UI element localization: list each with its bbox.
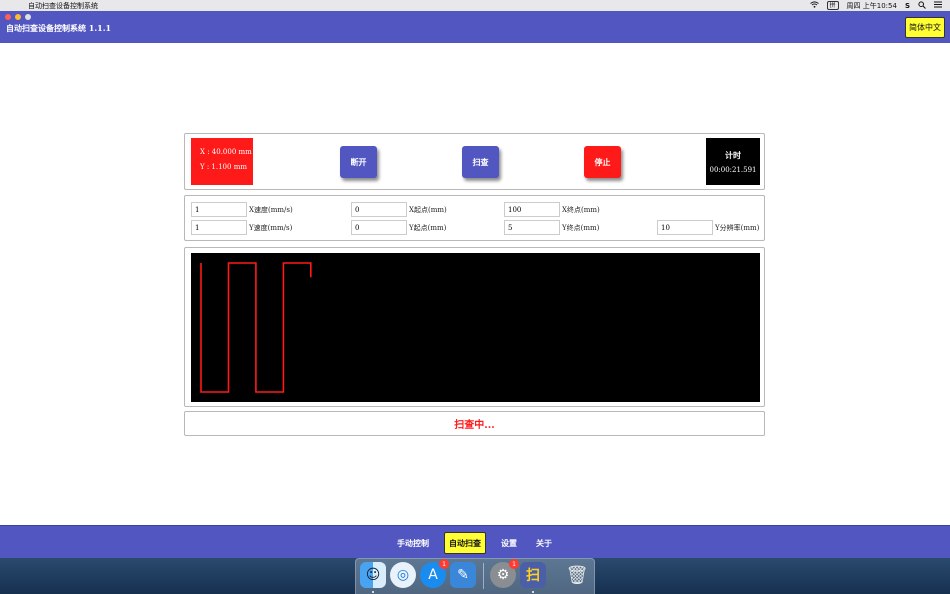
minimize-window-button[interactable] bbox=[15, 14, 21, 20]
control-panel: X : 40.000 mm Y : 1.100 mm 断开 扫查 停止 计时 0… bbox=[184, 133, 765, 190]
x-start-group: X起点(mm) bbox=[351, 202, 447, 217]
bottom-navigation: 手动控制 自动扫查 设置 关于 bbox=[0, 525, 950, 558]
x-position: X : 40.000 mm bbox=[200, 148, 252, 156]
mac-menubar: 自动扫查设备控制系统 拼 周四 上午10:54 S bbox=[0, 0, 950, 11]
scan-button[interactable]: 扫查 bbox=[462, 146, 499, 178]
y-end-input[interactable] bbox=[504, 220, 560, 235]
y-start-group: Y起点(mm) bbox=[351, 220, 446, 235]
scan-path-canvas bbox=[191, 253, 760, 402]
running-indicator bbox=[372, 591, 374, 593]
y-start-input[interactable] bbox=[351, 220, 407, 235]
spotlight-search-icon[interactable] bbox=[918, 0, 926, 11]
y-resolution-label: Y分辨率(mm) bbox=[715, 223, 760, 232]
y-speed-group: Y速度(mm/s) bbox=[191, 220, 292, 235]
language-button[interactable]: 简体中文 bbox=[905, 17, 945, 38]
status-message: 扫查中... bbox=[454, 420, 495, 431]
x-end-group: X终点(mm) bbox=[504, 202, 600, 217]
close-window-button[interactable] bbox=[5, 14, 11, 20]
x-speed-input[interactable] bbox=[191, 202, 247, 217]
y-end-group: Y终点(mm) bbox=[504, 220, 599, 235]
app-title: 自动扫查设备控制系统 1.1.1 bbox=[6, 23, 112, 33]
x-end-label: X终点(mm) bbox=[562, 205, 600, 214]
menubar-app-name[interactable]: 自动扫查设备控制系统 bbox=[28, 1, 98, 11]
x-start-input[interactable] bbox=[351, 202, 407, 217]
y-start-label: Y起点(mm) bbox=[409, 223, 447, 232]
timer-value: 00:00:21.591 bbox=[709, 166, 757, 174]
xcode-icon[interactable]: ✎ bbox=[450, 562, 476, 588]
nav-settings[interactable]: 设置 bbox=[496, 532, 522, 554]
position-display: X : 40.000 mm Y : 1.100 mm bbox=[191, 138, 253, 185]
dock: ☺ ◎ A 1 ✎ ⚙ 1 扫 🗑 bbox=[355, 558, 595, 594]
dock-separator bbox=[483, 563, 484, 589]
nav-manual-control[interactable]: 手动控制 bbox=[394, 532, 432, 554]
y-speed-label: Y速度(mm/s) bbox=[249, 223, 293, 232]
scan-app-icon[interactable]: 扫 bbox=[520, 562, 546, 588]
y-resolution-group: Y分辨率(mm) bbox=[657, 220, 759, 235]
parameters-panel: X速度(mm/s) X起点(mm) X终点(mm) Y速度(mm/s) Y起点(… bbox=[184, 195, 765, 241]
nav-auto-scan[interactable]: 自动扫查 bbox=[444, 532, 486, 554]
scan-path-line bbox=[200, 262, 312, 393]
finder-icon[interactable]: ☺ bbox=[360, 562, 386, 588]
system-preferences-icon[interactable]: ⚙ 1 bbox=[490, 559, 519, 588]
trash-icon[interactable]: 🗑 bbox=[564, 562, 590, 588]
app-store-icon[interactable]: A 1 bbox=[420, 559, 449, 588]
x-speed-label: X速度(mm/s) bbox=[249, 205, 293, 214]
s-app-icon[interactable]: S bbox=[905, 2, 910, 10]
scan-path-svg bbox=[200, 262, 312, 393]
nav-about[interactable]: 关于 bbox=[532, 532, 556, 554]
timer-label: 计时 bbox=[725, 150, 741, 160]
menubar-status-area: 拼 周四 上午10:54 S bbox=[809, 0, 942, 11]
control-center-icon[interactable] bbox=[934, 1, 942, 10]
timer-display: 计时 00:00:21.591 bbox=[706, 138, 760, 185]
stop-button[interactable]: 停止 bbox=[584, 146, 621, 178]
app-store-badge: 1 bbox=[439, 559, 449, 569]
safari-icon[interactable]: ◎ bbox=[390, 562, 416, 588]
y-speed-input[interactable] bbox=[191, 220, 247, 235]
y-end-label: Y终点(mm) bbox=[562, 223, 600, 232]
zoom-window-button[interactable] bbox=[25, 14, 31, 20]
x-speed-group: X速度(mm/s) bbox=[191, 202, 293, 217]
x-start-label: X起点(mm) bbox=[409, 205, 447, 214]
wifi-icon[interactable] bbox=[809, 1, 819, 10]
running-indicator bbox=[532, 591, 534, 593]
menubar-clock[interactable]: 周四 上午10:54 bbox=[847, 1, 897, 11]
y-position: Y : 1.100 mm bbox=[200, 163, 247, 171]
window-controls bbox=[5, 14, 31, 20]
y-resolution-input[interactable] bbox=[657, 220, 713, 235]
scan-canvas-panel bbox=[184, 247, 765, 407]
disconnect-button[interactable]: 断开 bbox=[340, 146, 377, 178]
x-end-input[interactable] bbox=[504, 202, 560, 217]
title-bar: 自动扫查设备控制系统 1.1.1 简体中文 bbox=[0, 11, 950, 43]
prefs-badge: 1 bbox=[509, 559, 519, 569]
status-message-panel: 扫查中... bbox=[184, 411, 765, 436]
app-window: 自动扫查设备控制系统 1.1.1 简体中文 X : 40.000 mm Y : … bbox=[0, 11, 950, 558]
desktop-background: ☺ ◎ A 1 ✎ ⚙ 1 扫 🗑 bbox=[0, 558, 950, 594]
input-method-indicator[interactable]: 拼 bbox=[826, 1, 839, 10]
